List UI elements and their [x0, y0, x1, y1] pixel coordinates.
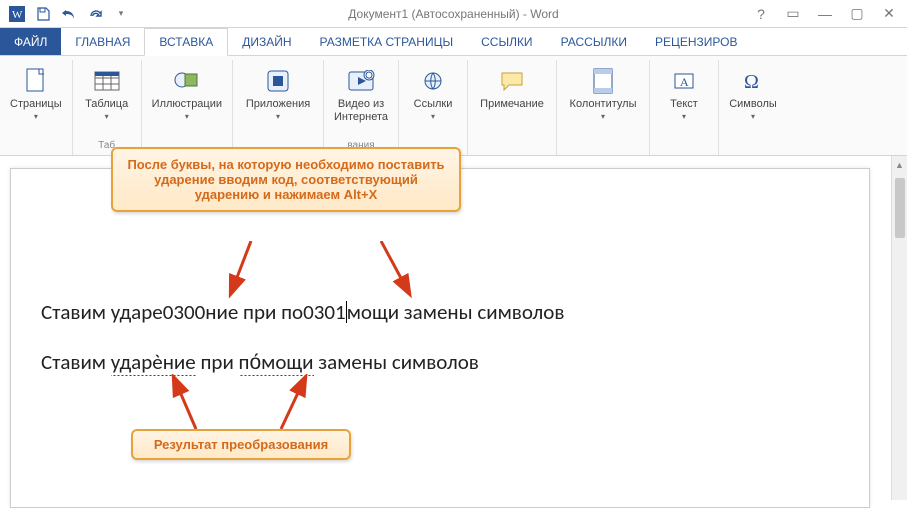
group-media: Видео из Интернета вания: [324, 60, 399, 155]
video-icon: [345, 64, 377, 98]
window-controls: ? ▭ — ▢ ✕: [743, 3, 907, 25]
text-button[interactable]: A Текст ▾: [656, 62, 712, 123]
callout-result: Результат преобразования: [131, 429, 351, 460]
redo-icon[interactable]: [84, 3, 106, 25]
help-icon[interactable]: ?: [749, 3, 773, 25]
undo-icon[interactable]: [58, 3, 80, 25]
callout-instruction: После буквы, на которую необходимо поста…: [111, 147, 461, 212]
close-icon[interactable]: ✕: [877, 3, 901, 25]
apps-label: Приложения: [246, 98, 310, 111]
group-tables: Таблица ▾ Таб: [73, 60, 142, 155]
document-line-result: Ставим ударѐние при по́мощи замены симво…: [41, 349, 479, 375]
callout-result-text: Результат преобразования: [154, 437, 328, 452]
chevron-down-icon: ▾: [34, 112, 38, 121]
group-apps: Приложения ▾: [233, 60, 324, 155]
illustrations-button[interactable]: Иллюстрации ▾: [148, 62, 226, 123]
arrow-icon: [221, 241, 281, 301]
symbols-button[interactable]: Ω Символы ▾: [725, 62, 781, 123]
textbox-icon: A: [668, 64, 700, 98]
table-button[interactable]: Таблица ▾: [79, 62, 135, 123]
save-icon[interactable]: [32, 3, 54, 25]
headerfooter-button[interactable]: Колонтитулы ▾: [563, 62, 643, 123]
spellcheck-word: ударѐние: [111, 349, 196, 376]
chevron-down-icon: ▾: [431, 112, 435, 121]
apps-button[interactable]: Приложения ▾: [239, 62, 317, 123]
comment-button[interactable]: Примечание: [474, 62, 550, 113]
arrow-icon: [271, 374, 331, 432]
omega-icon: Ω: [737, 64, 769, 98]
group-links: Ссылки ▾: [399, 60, 468, 155]
line1-part-b: мощи замены символов: [347, 299, 565, 325]
table-label: Таблица: [85, 98, 128, 111]
ribbon-tabs: ФАЙЛ ГЛАВНАЯ ВСТАВКА ДИЗАЙН РАЗМЕТКА СТР…: [0, 28, 907, 56]
links-label: Ссылки: [414, 98, 453, 111]
tab-design[interactable]: ДИЗАЙН: [228, 28, 305, 55]
video-label: Видео из Интернета: [334, 98, 388, 123]
scroll-up-icon[interactable]: ▲: [893, 158, 907, 172]
document-line-codes: Ставим ударе0300ние при по0301мощи замен…: [41, 299, 564, 325]
links-button[interactable]: Ссылки ▾: [405, 62, 461, 123]
chevron-down-icon: ▾: [276, 112, 280, 121]
customize-qat-icon[interactable]: ▾: [110, 3, 132, 25]
headerfooter-icon: [587, 64, 619, 98]
group-pages: Страницы ▾: [0, 60, 73, 155]
word-app-icon[interactable]: W: [6, 3, 28, 25]
shapes-icon: [171, 64, 203, 98]
chevron-down-icon: ▾: [185, 112, 189, 121]
svg-text:A: A: [680, 75, 689, 89]
document-area: После буквы, на которую необходимо поста…: [0, 156, 907, 500]
vertical-scrollbar[interactable]: ▲: [891, 156, 907, 500]
illustrations-label: Иллюстрации: [152, 98, 222, 111]
pages-icon: [20, 64, 52, 98]
tab-file[interactable]: ФАЙЛ: [0, 28, 61, 55]
apps-icon: [262, 64, 294, 98]
svg-text:Ω: Ω: [744, 71, 759, 93]
text-label: Текст: [670, 98, 698, 111]
page[interactable]: После буквы, на которую необходимо поста…: [10, 168, 870, 508]
arrow-icon: [156, 374, 216, 432]
restore-icon[interactable]: ▢: [845, 3, 869, 25]
group-text: A Текст ▾: [650, 60, 719, 155]
chevron-down-icon: ▾: [751, 112, 755, 121]
comment-label: Примечание: [480, 98, 544, 111]
symbols-label: Символы: [729, 98, 777, 111]
pages-label: Страницы: [10, 98, 62, 111]
tab-references[interactable]: ССЫЛКИ: [467, 28, 546, 55]
group-headerfooter: Колонтитулы ▾: [557, 60, 650, 155]
chevron-down-icon: ▾: [105, 112, 109, 121]
group-illustrations: Иллюстрации ▾: [142, 60, 233, 155]
group-comments: Примечание: [468, 60, 557, 155]
headerfooter-label: Колонтитулы: [570, 98, 637, 111]
pages-button[interactable]: Страницы ▾: [6, 62, 66, 123]
tab-review[interactable]: РЕЦЕНЗИРОВ: [641, 28, 752, 55]
line1-part-a: Ставим ударе0300ние при по0301: [41, 299, 346, 325]
svg-text:W: W: [12, 9, 23, 21]
chevron-down-icon: ▾: [601, 112, 605, 121]
minimize-icon[interactable]: —: [813, 3, 837, 25]
ribbon-display-icon[interactable]: ▭: [781, 3, 805, 25]
tab-mailings[interactable]: РАССЫЛКИ: [547, 28, 641, 55]
link-icon: [417, 64, 449, 98]
callout-instruction-text: После буквы, на которую необходимо поста…: [127, 157, 444, 202]
arrow-icon: [371, 241, 431, 301]
tab-insert[interactable]: ВСТАВКА: [144, 28, 228, 56]
online-video-button[interactable]: Видео из Интернета: [330, 62, 392, 125]
tab-layout[interactable]: РАЗМЕТКА СТРАНИЦЫ: [306, 28, 468, 55]
scroll-thumb[interactable]: [895, 178, 905, 238]
quick-access-toolbar: W ▾: [0, 3, 138, 25]
title-bar: W ▾ Документ1 (Автосохраненный) - Word ?…: [0, 0, 907, 28]
comment-icon: [496, 64, 528, 98]
group-symbols: Ω Символы ▾: [719, 60, 787, 155]
spellcheck-word: по́мощи: [239, 349, 314, 376]
table-icon: [91, 64, 123, 98]
ribbon: Страницы ▾ Таблица ▾ Таб Иллюстрации: [0, 56, 907, 156]
chevron-down-icon: ▾: [682, 112, 686, 121]
tab-home[interactable]: ГЛАВНАЯ: [61, 28, 144, 55]
